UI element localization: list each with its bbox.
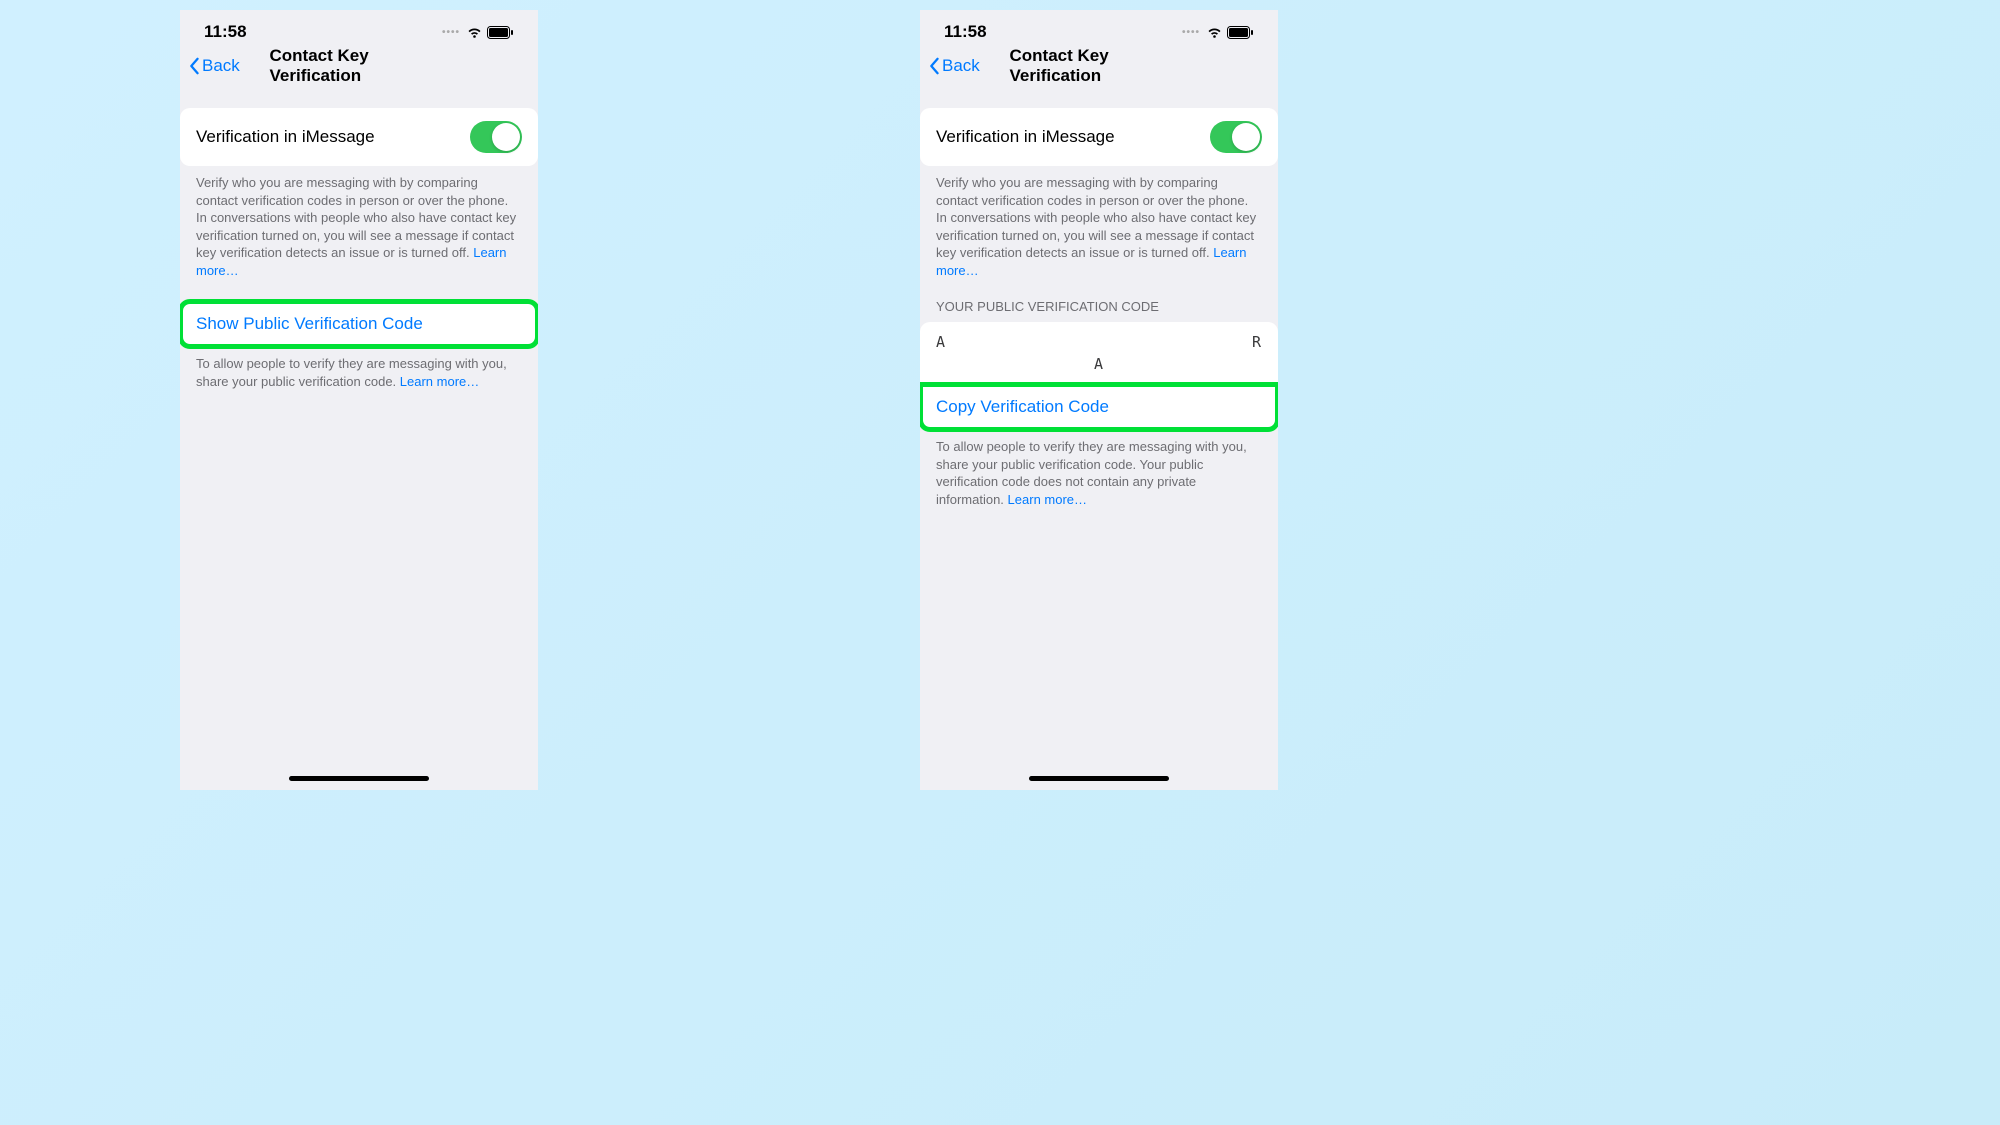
status-icons: •••• (1182, 26, 1254, 39)
nav-title: Contact Key Verification (270, 46, 449, 86)
back-button[interactable]: Back (188, 56, 240, 76)
cellular-dots-icon: •••• (1182, 27, 1200, 38)
verification-code-row-2: A (920, 353, 1278, 383)
show-public-code-button[interactable]: Show Public Verification Code (180, 301, 538, 347)
code-segment-right: R (1252, 333, 1262, 351)
status-icons: •••• (442, 26, 514, 39)
verification-code-row-1: A R (920, 322, 1278, 353)
code-segment-bottom: A (1094, 355, 1104, 373)
public-code-header: YOUR PUBLIC VERIFICATION CODE (920, 279, 1278, 322)
verification-description: Verify who you are messaging with by com… (920, 166, 1278, 279)
copy-code-label: Copy Verification Code (936, 397, 1109, 417)
back-label: Back (942, 56, 980, 76)
toggle-label: Verification in iMessage (936, 127, 1115, 147)
status-time: 11:58 (204, 22, 247, 42)
home-indicator[interactable] (1029, 776, 1169, 781)
show-code-footer: To allow people to verify they are messa… (180, 347, 538, 390)
phone-screenshot-left: 11:58 •••• Back Contact Key Verification… (180, 10, 538, 790)
cellular-dots-icon: •••• (442, 27, 460, 38)
nav-title: Contact Key Verification (1010, 46, 1189, 86)
nav-bar: Back Contact Key Verification (180, 48, 538, 86)
chevron-left-icon (928, 57, 940, 75)
copy-code-footer: To allow people to verify they are messa… (920, 430, 1278, 508)
status-bar: 11:58 •••• (180, 10, 538, 48)
verification-toggle-row[interactable]: Verification in iMessage (920, 108, 1278, 166)
toggle-label: Verification in iMessage (196, 127, 375, 147)
verification-description: Verify who you are messaging with by com… (180, 166, 538, 279)
wifi-icon (466, 26, 483, 39)
toggle-switch[interactable] (1210, 121, 1262, 153)
home-indicator[interactable] (289, 776, 429, 781)
battery-icon (1227, 26, 1254, 39)
status-bar: 11:58 •••• (920, 10, 1278, 48)
nav-bar: Back Contact Key Verification (920, 48, 1278, 86)
phone-screenshot-right: 11:58 •••• Back Contact Key Verification… (920, 10, 1278, 790)
back-button[interactable]: Back (928, 56, 980, 76)
copy-verification-code-button[interactable]: Copy Verification Code (920, 384, 1278, 430)
verification-toggle-row[interactable]: Verification in iMessage (180, 108, 538, 166)
show-public-code-label: Show Public Verification Code (196, 314, 423, 334)
wifi-icon (1206, 26, 1223, 39)
back-label: Back (202, 56, 240, 76)
status-time: 11:58 (944, 22, 987, 42)
learn-more-link-3[interactable]: Learn more… (1008, 492, 1087, 507)
code-segment-left: A (936, 333, 946, 351)
battery-icon (487, 26, 514, 39)
learn-more-link-2[interactable]: Learn more… (400, 374, 479, 389)
toggle-switch[interactable] (470, 121, 522, 153)
chevron-left-icon (188, 57, 200, 75)
